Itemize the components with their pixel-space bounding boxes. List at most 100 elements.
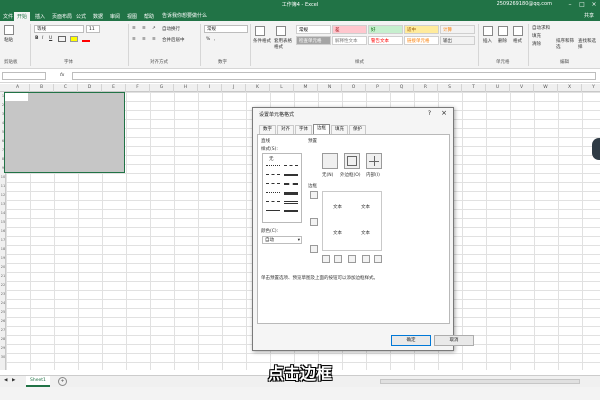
line-style-thin[interactable] (266, 210, 280, 211)
autosum-button[interactable]: 自动求和 (532, 25, 550, 31)
cell-style-item[interactable]: 计算 (440, 25, 475, 34)
column-header[interactable]: X (558, 84, 582, 92)
border-diagonal-down-button[interactable] (374, 255, 382, 263)
cell-style-item[interactable]: 解释性文本 (332, 36, 367, 45)
font-size-select[interactable]: 11 (86, 25, 100, 33)
column-header[interactable]: D (78, 84, 102, 92)
column-header[interactable]: H (174, 84, 198, 92)
selected-range[interactable] (4, 92, 125, 173)
line-style-dashed[interactable] (266, 174, 280, 175)
column-header[interactable]: W (534, 84, 558, 92)
border-middle-button[interactable] (310, 218, 318, 226)
tab-help[interactable]: 帮助 (141, 12, 157, 21)
align-center-icon[interactable]: ≡ (142, 37, 146, 42)
conditional-format-icon[interactable] (255, 26, 265, 36)
column-header[interactable]: V (510, 84, 534, 92)
color-select[interactable]: 自动 ▾ (262, 236, 302, 244)
border-bottom-button[interactable] (310, 245, 318, 253)
column-header[interactable]: J (222, 84, 246, 92)
line-style-slanted[interactable] (284, 210, 298, 212)
preset-inside-button[interactable] (366, 153, 382, 169)
tab-alignment[interactable]: 对齐 (277, 125, 294, 134)
line-style-dash-dot[interactable] (266, 183, 280, 184)
italic-button[interactable]: I (42, 36, 43, 41)
column-header[interactable]: T (462, 84, 486, 92)
table-format-icon[interactable] (276, 26, 286, 36)
sheet-tab[interactable]: Sheet1 (26, 376, 50, 387)
merge-center-button[interactable]: 合并后居中 (162, 37, 185, 43)
column-header[interactable]: P (366, 84, 390, 92)
paste-button[interactable]: 粘贴 (4, 37, 13, 43)
tab-data[interactable]: 数据 (90, 12, 106, 21)
maximize-icon[interactable]: □ (576, 0, 588, 10)
number-format-select[interactable]: 常规 (204, 25, 248, 33)
add-sheet-button[interactable]: + (58, 377, 67, 386)
preset-outline-button[interactable] (344, 153, 360, 169)
column-header[interactable]: Y (582, 84, 600, 92)
column-header[interactable]: S (438, 84, 462, 92)
line-style-dotted[interactable] (266, 165, 280, 166)
comma-button[interactable]: , (214, 37, 215, 42)
bold-button[interactable]: B (35, 36, 38, 41)
cell-style-item[interactable]: 好 (368, 25, 403, 34)
font-color-icon[interactable] (82, 36, 90, 42)
column-header[interactable]: I (198, 84, 222, 92)
line-style-medium-dash[interactable] (266, 201, 280, 202)
tab-formulas[interactable]: 公式 (73, 12, 89, 21)
fill-color-icon[interactable] (70, 36, 78, 42)
column-header[interactable]: L (270, 84, 294, 92)
cancel-button[interactable]: 取消 (434, 335, 474, 346)
tab-fill[interactable]: 填充 (331, 125, 348, 134)
ok-button[interactable]: 确定 (391, 335, 431, 346)
delete-cells-icon[interactable] (498, 26, 508, 36)
align-left-icon[interactable]: ≡ (132, 37, 136, 42)
format-cells-icon[interactable] (513, 26, 523, 36)
border-center-button[interactable] (348, 255, 356, 263)
insert-cells-icon[interactable] (483, 26, 493, 36)
column-header[interactable]: A (6, 84, 30, 92)
fill-button[interactable]: 填充 (532, 33, 541, 39)
underline-button[interactable]: U (49, 36, 52, 41)
align-right-icon[interactable]: ≡ (152, 37, 156, 42)
name-box[interactable] (2, 72, 46, 80)
column-header[interactable]: O (342, 84, 366, 92)
scroll-right-icon[interactable]: ▶ (12, 378, 15, 383)
cell-style-item[interactable]: 输出 (440, 36, 475, 45)
cell-style-item[interactable]: 链接单元格 (404, 36, 439, 45)
align-top-icon[interactable]: ≡ (132, 26, 136, 31)
line-style-medium-dash-dot[interactable] (284, 165, 298, 166)
line-style-double[interactable] (284, 201, 298, 204)
tab-number[interactable]: 数字 (259, 125, 276, 134)
column-header[interactable]: B (30, 84, 54, 92)
formula-input[interactable] (72, 72, 596, 80)
sort-filter-button[interactable]: 排序和筛选 (556, 38, 576, 50)
border-right-button[interactable] (362, 255, 370, 263)
orientation-icon[interactable]: ↗ (152, 26, 156, 31)
line-style-thick[interactable] (284, 192, 298, 195)
fx-icon[interactable]: fx (60, 73, 64, 78)
close-icon[interactable]: × (441, 109, 447, 117)
percent-button[interactable]: % (206, 37, 210, 42)
column-header[interactable]: Q (390, 84, 414, 92)
insert-cells-button[interactable]: 插入 (483, 38, 492, 44)
cell-style-item[interactable]: 常规 (296, 25, 331, 34)
tab-font[interactable]: 字体 (295, 125, 312, 134)
line-style-none[interactable]: 无 (269, 156, 274, 162)
column-header[interactable]: E (102, 84, 126, 92)
tab-insert[interactable]: 插入 (32, 12, 48, 21)
account-name[interactable]: 2509269180@qq.com (497, 1, 552, 7)
column-header[interactable]: C (54, 84, 78, 92)
scroll-left-icon[interactable]: ◀ (4, 378, 7, 383)
border-preview[interactable]: 文本 文本 文本 文本 (322, 191, 382, 251)
tab-page-layout[interactable]: 页面布局 (49, 12, 75, 21)
tab-view[interactable]: 视图 (124, 12, 140, 21)
conditional-format-button[interactable]: 条件格式 (253, 38, 271, 44)
line-style-list[interactable]: 无 (262, 153, 302, 223)
border-top-button[interactable] (310, 191, 318, 199)
paste-icon[interactable] (4, 25, 14, 35)
cell-style-item[interactable]: 检查单元格 (296, 36, 331, 45)
cell-style-item[interactable]: 警告文本 (368, 36, 403, 45)
column-header[interactable]: M (294, 84, 318, 92)
align-middle-icon[interactable]: ≡ (142, 26, 146, 31)
active-cell[interactable] (5, 93, 28, 101)
